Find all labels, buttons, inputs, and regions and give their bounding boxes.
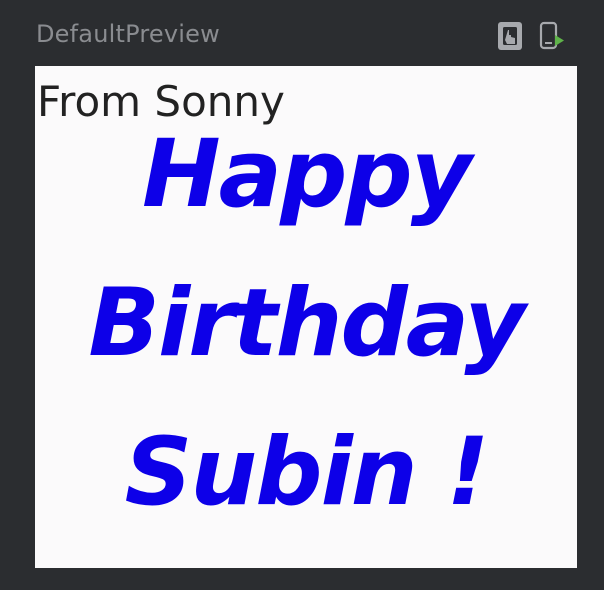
preview-canvas: From Sonny Happy Birthday Subin ! [35, 66, 577, 568]
from-text: From Sonny [37, 77, 285, 126]
preview-title: DefaultPreview [36, 20, 220, 48]
birthday-greeting: Happy Birthday Subin ! [88, 120, 525, 527]
run-on-device-button[interactable] [537, 20, 567, 52]
run-on-device-icon [539, 21, 564, 50]
preview-header: DefaultPreview [0, 0, 604, 66]
interactive-mode-button[interactable] [495, 20, 525, 52]
interactive-mode-icon [498, 22, 522, 50]
